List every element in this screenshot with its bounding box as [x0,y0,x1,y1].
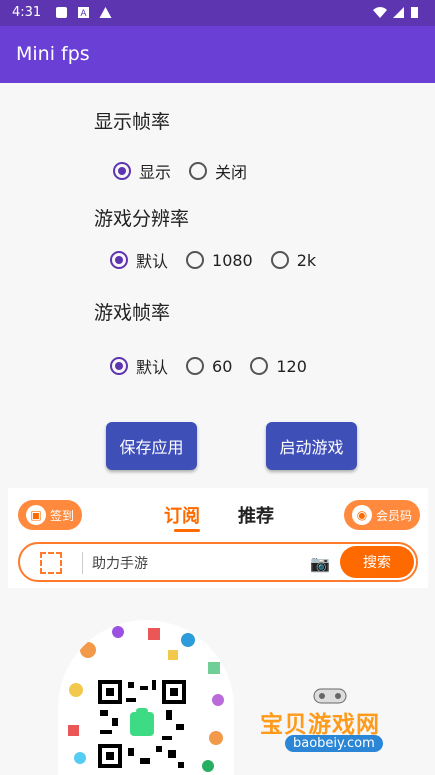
radio-display-on[interactable]: 显示 [113,159,171,183]
member-code-label: 会员码 [376,508,413,523]
watermark-logo: 宝贝游戏网 baobeiy.com [255,685,415,755]
app-title: Mini fps [16,43,90,65]
display-fps-label: 显示帧率 [94,111,171,133]
radio-resolution-2k[interactable]: 2k [270,250,317,270]
radio-label: 2k [296,250,317,270]
radio-label: 60 [212,356,233,376]
save-apply-button[interactable]: 保存应用 [106,422,197,470]
radio-unselected-icon [270,251,289,269]
radio-resolution-default[interactable]: 默认 [110,248,168,272]
search-divider [82,552,83,574]
search-placeholder: 助力手游 [92,556,148,572]
radio-fps-default[interactable]: 默认 [110,354,168,378]
radio-label: 120 [276,356,307,376]
radio-display-off[interactable]: 关闭 [189,159,247,183]
battery-icon [411,7,418,18]
tab-recommend[interactable]: 推荐 [238,502,274,528]
tab-subscribe[interactable]: 订阅 [164,502,200,528]
radio-unselected-icon [186,251,205,269]
game-fps-radio-group: 默认 60 120 [110,354,325,378]
signal-icon [393,7,404,18]
search-button[interactable]: 搜索 [340,546,414,578]
radio-fps-120[interactable]: 120 [250,357,307,376]
active-tab-indicator [174,529,200,532]
member-code-button[interactable]: ◉ 会员码 [344,500,421,530]
checkin-label: 签到 [50,508,75,523]
gamepad-icon [313,688,347,704]
watermark-title: 宝贝游戏网 [260,712,380,738]
radio-fps-60[interactable]: 60 [186,357,232,376]
status-time: 4:31 [12,5,42,20]
warning-icon [99,7,112,18]
status-bar: 4:31 A [0,0,435,26]
radio-unselected-icon [250,357,269,375]
notification-square-icon [56,7,67,18]
qr-code-image [96,678,188,770]
app-bar: Mini fps [0,26,435,83]
ad-banner[interactable]: ▣ 签到 订阅 推荐 ◉ 会员码 助力手游 📷 搜索 [8,488,428,588]
radio-resolution-1080[interactable]: 1080 [186,251,253,270]
gift-icon: ▣ [26,505,46,525]
wifi-icon [373,7,387,18]
radio-unselected-icon [189,162,208,180]
watermark-url: baobeiy.com [285,735,383,752]
qr-code-panel [58,620,234,775]
radio-unselected-icon [186,357,205,375]
radio-label: 关闭 [215,163,248,182]
member-icon: ◉ [352,505,372,525]
radio-selected-icon [110,251,128,269]
radio-selected-icon [113,162,131,180]
scan-icon[interactable] [40,552,62,574]
radio-label: 默认 [136,358,169,377]
resolution-radio-group: 默认 1080 2k [110,248,334,272]
resolution-label: 游戏分辨率 [94,208,190,230]
checkin-button[interactable]: ▣ 签到 [18,500,83,530]
game-fps-label: 游戏帧率 [94,302,171,324]
camera-icon[interactable]: 📷 [310,554,330,573]
radio-selected-icon [110,357,128,375]
radio-label: 1080 [212,250,253,270]
svg-text:A: A [80,9,87,19]
radio-label: 显示 [139,163,172,182]
notification-a-icon: A [78,7,89,19]
ad-search-bar[interactable]: 助力手游 📷 搜索 [18,542,418,582]
radio-label: 默认 [136,252,169,271]
display-fps-radio-group: 显示 关闭 [113,159,265,183]
launch-game-button[interactable]: 启动游戏 [266,422,357,470]
